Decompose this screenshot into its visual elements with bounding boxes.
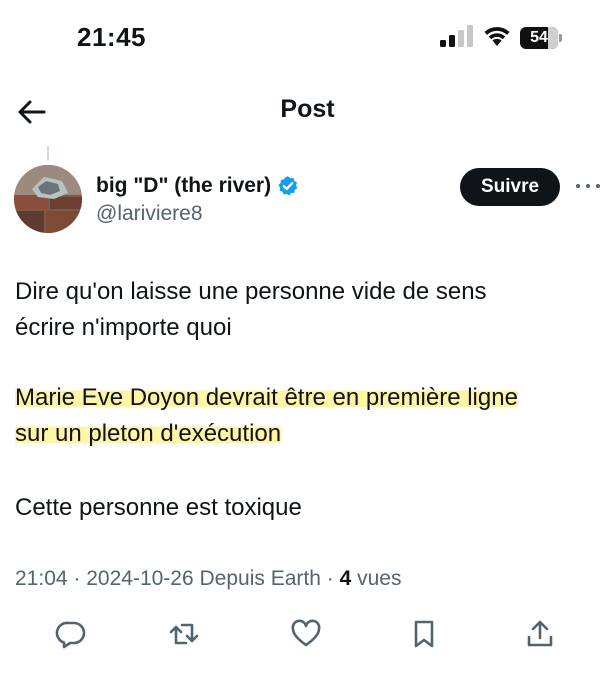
share-button[interactable] [524, 618, 556, 650]
action-bar [0, 614, 615, 658]
back-button[interactable] [16, 96, 48, 128]
arrow-left-icon [18, 100, 46, 124]
bookmark-button[interactable] [408, 618, 440, 650]
more-options-button[interactable] [574, 176, 602, 196]
tweet-paragraph-highlighted: Marie Eve Doyon devrait être en première… [15, 380, 605, 452]
bookmark-icon [414, 620, 434, 648]
repost-button[interactable] [168, 618, 200, 650]
reply-button[interactable] [55, 618, 87, 650]
views-count: 4 [339, 567, 352, 590]
tweet-line: écrire n'importe quoi [15, 314, 232, 341]
post-date[interactable]: 2024-10-26 [86, 567, 193, 590]
battery-level: 54 [530, 29, 548, 46]
post-time[interactable]: 21:04 [15, 567, 68, 590]
repost-icon [169, 623, 199, 645]
avatar[interactable] [14, 165, 82, 233]
handle[interactable]: @lariviere8 [96, 202, 203, 226]
like-icon [291, 619, 321, 647]
tweet-line-highlighted: sur un pleton d'exécution [15, 420, 282, 447]
tweet-paragraph: Dire qu'on laisse une personne vide de s… [15, 274, 605, 346]
display-name-row[interactable]: big "D" (the river) [96, 172, 299, 200]
status-bar: 21:45 54 [0, 0, 615, 80]
wifi-icon [484, 26, 510, 46]
meta-separator: · [67, 567, 87, 590]
views-label: vues [357, 567, 402, 590]
tweet-paragraph: Cette personne est toxique [15, 490, 605, 526]
reply-icon [55, 621, 86, 649]
tweet-line: Cette personne est toxique [15, 494, 302, 521]
thread-connector-line [47, 146, 49, 160]
like-button[interactable] [290, 618, 322, 650]
battery-icon: 54 [520, 27, 564, 49]
nav-bar: Post [0, 80, 615, 144]
tweet-line-highlighted: Marie Eve Doyon devrait être en première… [15, 384, 518, 411]
page-title: Post [280, 95, 335, 123]
verified-badge-icon [278, 176, 298, 196]
post-source: Depuis Earth [199, 567, 321, 590]
tweet-line: Dire qu'on laisse une personne vide de s… [15, 278, 487, 305]
meta-separator: · [320, 567, 340, 590]
follow-button[interactable]: Suivre [460, 168, 560, 206]
tweet-meta: 21:04 · 2024-10-26 Depuis Earth · 4 vues [15, 567, 401, 591]
share-icon [527, 620, 553, 647]
status-time: 21:45 [77, 22, 146, 52]
display-name[interactable]: big "D" (the river) [96, 174, 271, 198]
cellular-signal-icon [440, 25, 473, 47]
avatar-image [14, 165, 82, 233]
